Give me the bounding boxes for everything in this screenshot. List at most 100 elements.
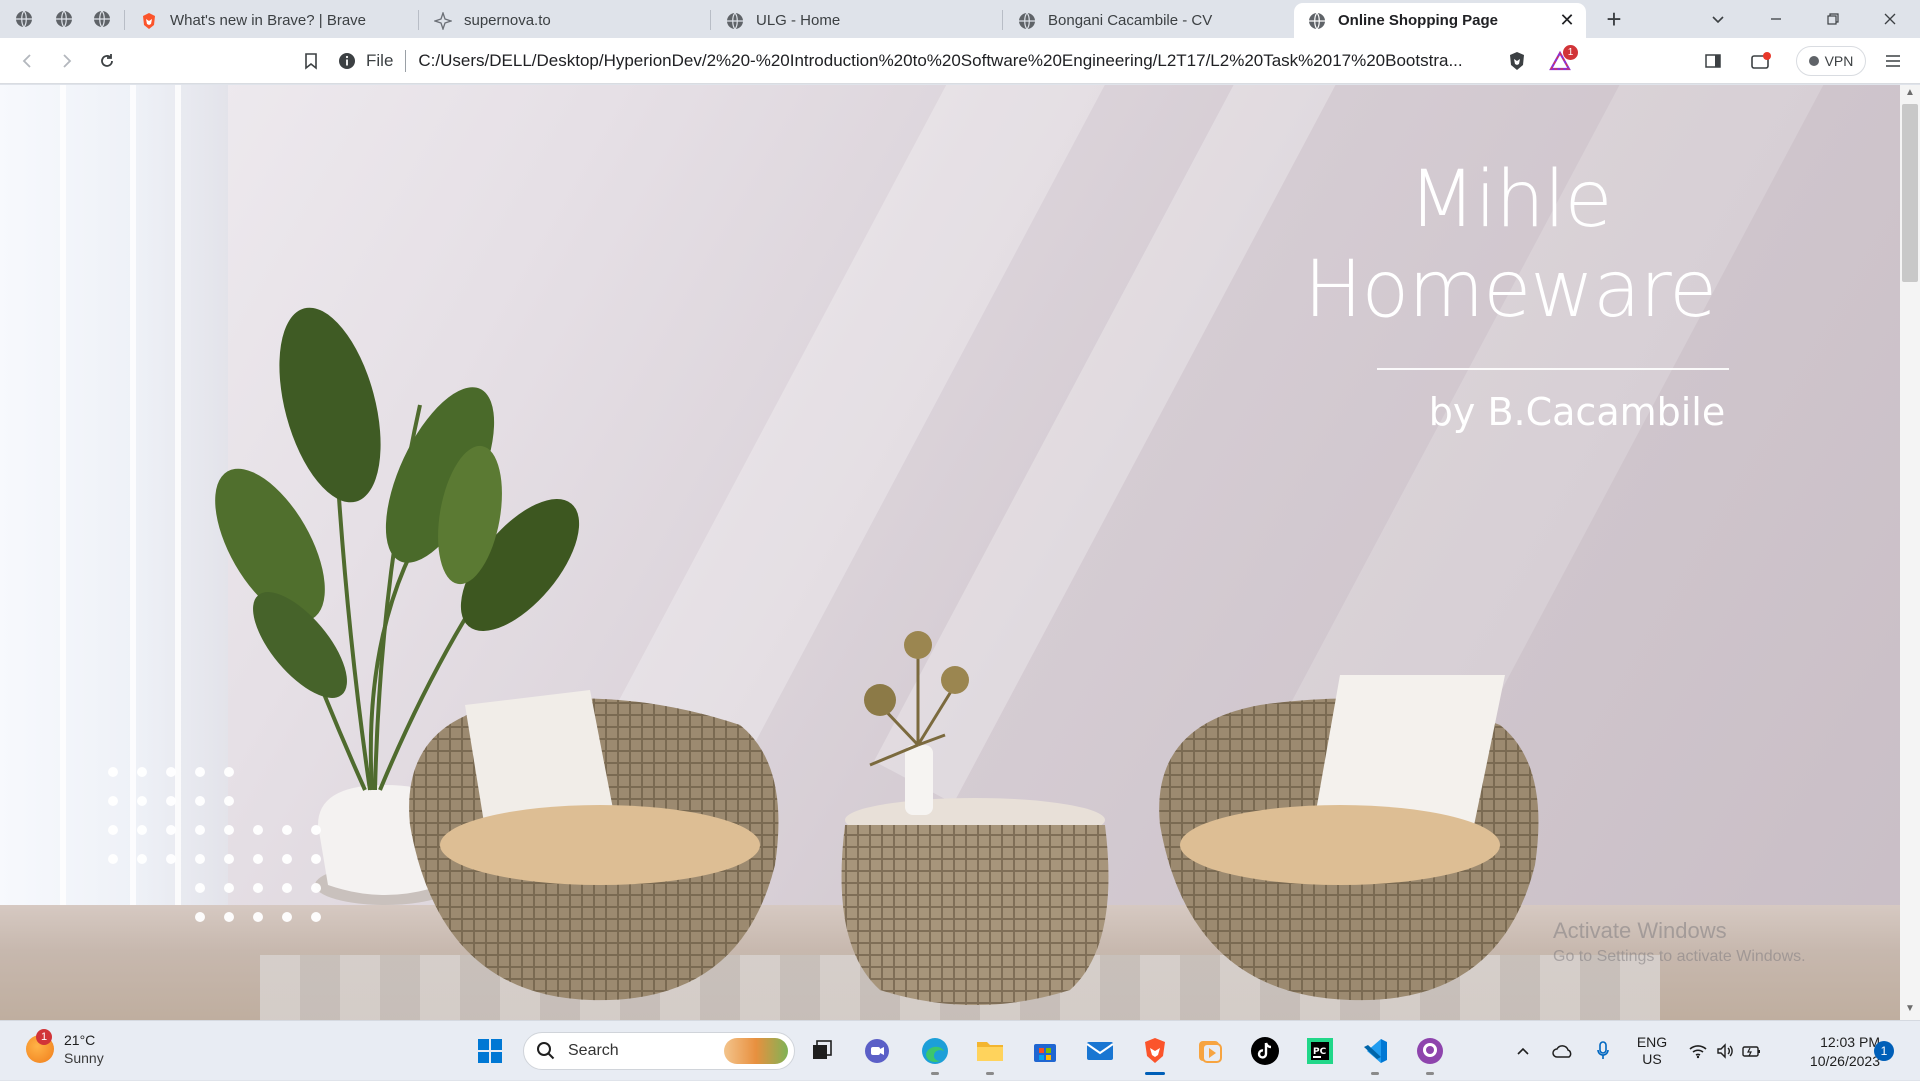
brave-taskbar-button[interactable] [1135, 1031, 1175, 1075]
edge-taskbar-button[interactable] [915, 1031, 955, 1075]
running-indicator [1426, 1072, 1434, 1075]
tab-supernova[interactable]: supernova.to [420, 3, 710, 38]
browser-toolbar: File C:/Users/DELL/Desktop/HyperionDev/2… [0, 38, 1920, 84]
address-divider [405, 50, 407, 72]
mail-icon [1086, 1042, 1114, 1060]
show-hidden-icons-button[interactable] [1512, 1021, 1534, 1081]
github-desktop-icon [1417, 1038, 1443, 1064]
arrow-right-icon [63, 54, 72, 68]
folder-icon [977, 1042, 1003, 1061]
brave-rewards-button[interactable]: 1 [1545, 45, 1578, 76]
chevron-down-icon [1712, 16, 1724, 24]
arrow-left-icon [22, 54, 31, 68]
hamburger-menu-icon [1886, 55, 1900, 67]
page-viewport: Mihle Homeware by B.Cacambile Activate W… [0, 85, 1900, 1020]
restore-button[interactable] [1815, 4, 1851, 34]
windows-taskbar: 1 21°C Sunny Search PC ENG US 12:03 PM 1… [0, 1020, 1920, 1080]
onedrive-button[interactable] [1550, 1021, 1576, 1081]
sunny-weather-icon: 1 [26, 1029, 54, 1063]
taskbar-search-box[interactable]: Search [523, 1032, 795, 1070]
scheme-label: File [366, 51, 394, 70]
quick-settings-button[interactable] [1684, 1021, 1766, 1081]
tab-bongani-cv[interactable]: Bongani Cacambile - CV [1004, 3, 1294, 38]
sidebar-toggle-button[interactable] [1698, 46, 1728, 76]
pinned-tab-3[interactable] [86, 5, 118, 33]
pycharm-icon: PC [1307, 1038, 1333, 1064]
vpn-label: VPN [1824, 53, 1854, 69]
media-player-button[interactable] [1190, 1031, 1230, 1071]
language-indicator[interactable]: ENG US [1630, 1021, 1674, 1081]
clock-time: 12:03 PM [1820, 1034, 1880, 1050]
system-clock[interactable]: 12:03 PM 10/26/2023 [1780, 1033, 1880, 1071]
tiktok-button[interactable] [1245, 1031, 1285, 1071]
pycharm-button[interactable]: PC [1300, 1031, 1340, 1071]
close-window-button[interactable] [1872, 4, 1908, 34]
speaker-icon [1717, 1043, 1733, 1059]
minimize-icon [1771, 18, 1781, 20]
search-icon [537, 1042, 555, 1060]
clock-date: 10/26/2023 [1809, 1053, 1880, 1069]
cloud-icon [1552, 1045, 1572, 1058]
hero-title-line2: Homeware [1303, 245, 1717, 335]
microsoft-store-button[interactable] [1025, 1031, 1065, 1071]
task-view-icon [813, 1040, 832, 1059]
brave-shield-icon [1510, 52, 1524, 70]
running-indicator [1371, 1072, 1379, 1075]
teams-chat-button[interactable] [857, 1031, 897, 1071]
brave-wallet-button[interactable] [1746, 46, 1776, 76]
left-rattan-chair [409, 690, 779, 1001]
scrollbar-thumb[interactable] [1902, 104, 1918, 282]
brave-icon [1145, 1038, 1165, 1063]
task-view-button[interactable] [802, 1031, 842, 1071]
teams-chat-icon [865, 1039, 889, 1063]
new-tab-button[interactable]: + [1596, 4, 1632, 34]
brave-shields-button[interactable] [1502, 46, 1532, 76]
tab-online-shopping[interactable]: Online Shopping Page ✕ [1294, 3, 1586, 38]
tab-label: What's new in Brave? | Brave [170, 12, 367, 29]
microphone-button[interactable] [1592, 1021, 1614, 1081]
active-indicator [1145, 1072, 1165, 1075]
mail-button[interactable] [1080, 1031, 1120, 1071]
globe-icon [56, 10, 72, 28]
forward-button[interactable] [52, 46, 82, 76]
vscode-button[interactable] [1355, 1031, 1395, 1075]
running-indicator [931, 1072, 939, 1075]
file-explorer-button[interactable] [970, 1031, 1010, 1075]
vpn-button[interactable]: VPN [1796, 46, 1866, 76]
back-button[interactable] [12, 46, 42, 76]
tab-separator [1002, 10, 1003, 30]
scroll-down-arrow[interactable]: ▼ [1900, 1003, 1920, 1019]
main-menu-button[interactable] [1878, 46, 1908, 76]
svg-text:PC: PC [1313, 1047, 1327, 1057]
tab-search-button[interactable] [1700, 4, 1736, 34]
vscode-icon [1364, 1039, 1387, 1063]
minimize-button[interactable] [1758, 4, 1794, 34]
start-button[interactable] [470, 1031, 510, 1071]
pinned-tab-2[interactable] [48, 5, 80, 33]
scroll-up-arrow[interactable]: ▲ [1900, 87, 1920, 103]
wifi-icon [1689, 1045, 1707, 1059]
tab-ulg-home[interactable]: ULG - Home [712, 3, 1002, 38]
bookmark-button[interactable] [296, 46, 326, 76]
notification-badge[interactable]: 1 [1874, 1041, 1894, 1061]
weather-widget[interactable]: 1 21°C Sunny [26, 1029, 104, 1067]
language-line1: ENG [1636, 1034, 1668, 1050]
rewards-badge: 1 [1563, 45, 1578, 60]
close-tab-icon[interactable]: ✕ [1558, 11, 1576, 29]
tab-separator [418, 10, 419, 30]
github-desktop-button[interactable] [1410, 1031, 1450, 1075]
url-text[interactable]: C:/Users/DELL/Desktop/HyperionDev/2%20-%… [418, 51, 1473, 71]
globe-icon [727, 12, 743, 29]
vpn-status-dot [1808, 56, 1819, 66]
globe-icon [16, 10, 32, 28]
battery-icon [1742, 1046, 1760, 1057]
tab-brave-whats-new[interactable]: What's new in Brave? | Brave [126, 3, 416, 38]
weather-badge: 1 [36, 1029, 52, 1045]
hero-divider [1377, 368, 1729, 370]
pinned-tab-1[interactable] [8, 5, 40, 33]
info-icon[interactable] [338, 52, 356, 70]
plant-leaves [215, 307, 580, 698]
address-bar[interactable]: File C:/Users/DELL/Desktop/HyperionDev/2… [338, 44, 1580, 78]
reload-button[interactable] [92, 46, 122, 76]
search-highlight-art [724, 1038, 788, 1064]
